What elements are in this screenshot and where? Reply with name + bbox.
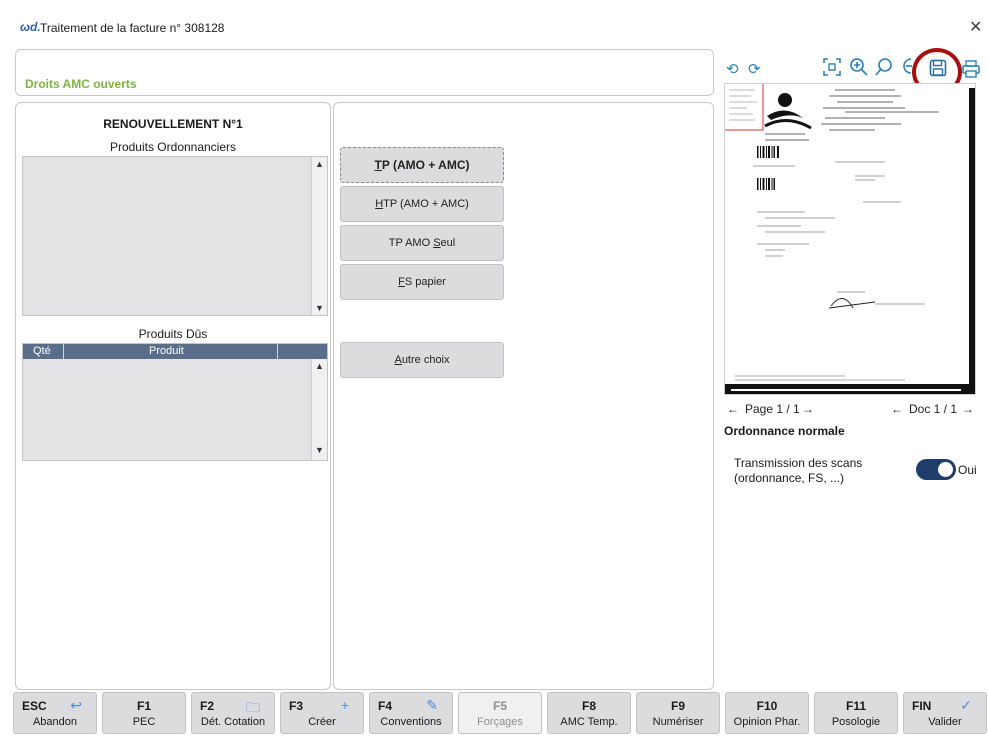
- scroll-down-icon[interactable]: ▼: [315, 445, 324, 455]
- fkey-shortcut: F4: [378, 699, 393, 713]
- pencil-icon: ✎: [426, 697, 438, 713]
- title-bar: ωd. Traitement de la facture n° 308128 ✕: [0, 0, 988, 40]
- fkey-shortcut: F3: [289, 699, 304, 713]
- fkey-shortcut: F1: [136, 699, 151, 713]
- close-icon[interactable]: ✕: [969, 17, 982, 37]
- tp-amo-amc-button[interactable]: TP (AMO + AMC): [340, 147, 504, 183]
- produits-ordonnanciers-title: Produits Ordonnanciers: [109, 140, 237, 154]
- function-key-bar: ESC ↩ Abandon F1 PEC F2 🗀 Dét. Cotation F3 + Créer…: [13, 692, 988, 736]
- fkey-esc-button[interactable]: ESC ↩ Abandon: [13, 692, 97, 734]
- fkey-shortcut: F10: [756, 699, 778, 713]
- rotate-left-icon[interactable]: ⟲: [726, 60, 739, 78]
- produits-dus-grid[interactable]: Qté Produit ▲ ▼: [22, 343, 328, 461]
- fkey-shortcut: F8: [581, 699, 596, 713]
- print-icon[interactable]: [962, 60, 980, 78]
- fkey-label: Posologie: [831, 716, 881, 728]
- window-title: Traitement de la facture n° 308128: [40, 21, 225, 35]
- fkey-f3-button[interactable]: F3 + Créer: [280, 692, 364, 734]
- zoom-out-icon[interactable]: [898, 57, 912, 77]
- renouvellement-title: RENOUVELLEMENT N°1: [103, 117, 243, 131]
- produits-dus-title: Produits Dûs: [138, 327, 208, 341]
- fkey-fin-button[interactable]: FIN ✓ Valider: [903, 692, 987, 734]
- fkey-label: Abandon: [32, 716, 78, 728]
- search-icon[interactable]: [874, 57, 894, 77]
- fkey-f4-button[interactable]: F4 ✎ Conventions: [369, 692, 453, 734]
- page-indicator: Page 1 / 1: [745, 402, 800, 416]
- fit-page-icon[interactable]: [822, 57, 842, 77]
- fkey-label: Forçages: [477, 716, 523, 728]
- scan-preview[interactable]: [724, 83, 976, 395]
- grid-scrollbar[interactable]: ▲ ▼: [311, 359, 327, 460]
- fkey-label: Conventions: [380, 716, 442, 728]
- left-panel: RENOUVELLEMENT N°1 Produits Ordonnancier…: [15, 102, 331, 690]
- autre-choix-button[interactable]: Autre choix: [340, 342, 504, 378]
- fkey-f9-button[interactable]: F9 Numériser: [636, 692, 720, 734]
- fkey-label: Créer: [308, 716, 336, 728]
- fkey-shortcut: F5: [492, 699, 507, 713]
- droits-status: Droits AMC ouverts: [25, 77, 137, 91]
- check-icon: ✓: [960, 697, 972, 713]
- col-header-produit[interactable]: Produit: [149, 345, 184, 357]
- toggle-label: Oui: [958, 463, 977, 477]
- fkey-shortcut: ESC: [22, 699, 47, 713]
- fs-papier-button[interactable]: FS papier: [340, 264, 504, 300]
- scroll-up-icon[interactable]: ▲: [315, 361, 324, 371]
- doc-indicator: Doc 1 / 1: [909, 402, 958, 416]
- produits-ordonnanciers-list[interactable]: ▲ ▼: [22, 156, 328, 316]
- col-header-qte[interactable]: Qté: [33, 345, 51, 357]
- rotate-right-icon[interactable]: ⟳: [748, 60, 761, 78]
- fkey-label: AMC Temp.: [560, 716, 618, 728]
- next-doc-icon[interactable]: →: [962, 402, 974, 416]
- transmission-label: Transmission des scans (ordonnance, FS, …: [734, 456, 863, 485]
- middle-panel: TP (AMO + AMC) HTP (AMO + AMC) TP AMO Se…: [333, 102, 714, 690]
- fkey-f5-button[interactable]: F5 Forçages: [458, 692, 542, 734]
- ordonnance-type: Ordonnance normale: [724, 424, 845, 438]
- list-scrollbar[interactable]: ▲ ▼: [311, 157, 327, 315]
- fkey-f10-button[interactable]: F10 Opinion Phar.: [725, 692, 809, 734]
- scanned-prescription-image: [725, 84, 975, 394]
- plus-icon: +: [340, 697, 349, 713]
- fkey-label: PEC: [132, 716, 156, 728]
- scroll-up-icon[interactable]: ▲: [315, 159, 324, 169]
- fkey-label: Numériser: [652, 716, 704, 728]
- htp-amo-amc-button[interactable]: HTP (AMO + AMC): [340, 186, 504, 222]
- fkey-shortcut: F2: [200, 699, 215, 713]
- scroll-down-icon[interactable]: ▼: [315, 303, 324, 313]
- next-page-icon[interactable]: →: [802, 402, 814, 416]
- fkey-f11-button[interactable]: F11 Posologie: [814, 692, 898, 734]
- fkey-f8-button[interactable]: F8 AMC Temp.: [547, 692, 631, 734]
- app-logo: ωd.: [20, 20, 41, 34]
- transmission-toggle[interactable]: [916, 459, 956, 480]
- fkey-f1-button[interactable]: F1 PEC: [102, 692, 186, 734]
- fkey-label: Opinion Phar.: [733, 716, 801, 728]
- tp-amo-seul-button[interactable]: TP AMO Seul: [340, 225, 504, 261]
- prev-doc-icon[interactable]: ←: [891, 402, 903, 416]
- zoom-in-icon[interactable]: [849, 57, 869, 77]
- fkey-f2-button[interactable]: F2 🗀 Dét. Cotation: [191, 692, 275, 734]
- fkey-shortcut: F9: [670, 699, 685, 713]
- fkey-shortcut: FIN: [912, 699, 932, 713]
- droits-panel: Droits AMC ouverts: [15, 49, 714, 96]
- undo-icon: ↩: [70, 697, 82, 713]
- grid-header: Qté Produit: [23, 344, 327, 359]
- invoice-window: ωd. Traitement de la facture n° 308128 ✕…: [0, 0, 988, 736]
- fkey-label: Dét. Cotation: [200, 716, 266, 728]
- prev-page-icon[interactable]: ←: [727, 402, 739, 416]
- fkey-label: Valider: [928, 716, 962, 728]
- fkey-shortcut: F11: [845, 699, 866, 713]
